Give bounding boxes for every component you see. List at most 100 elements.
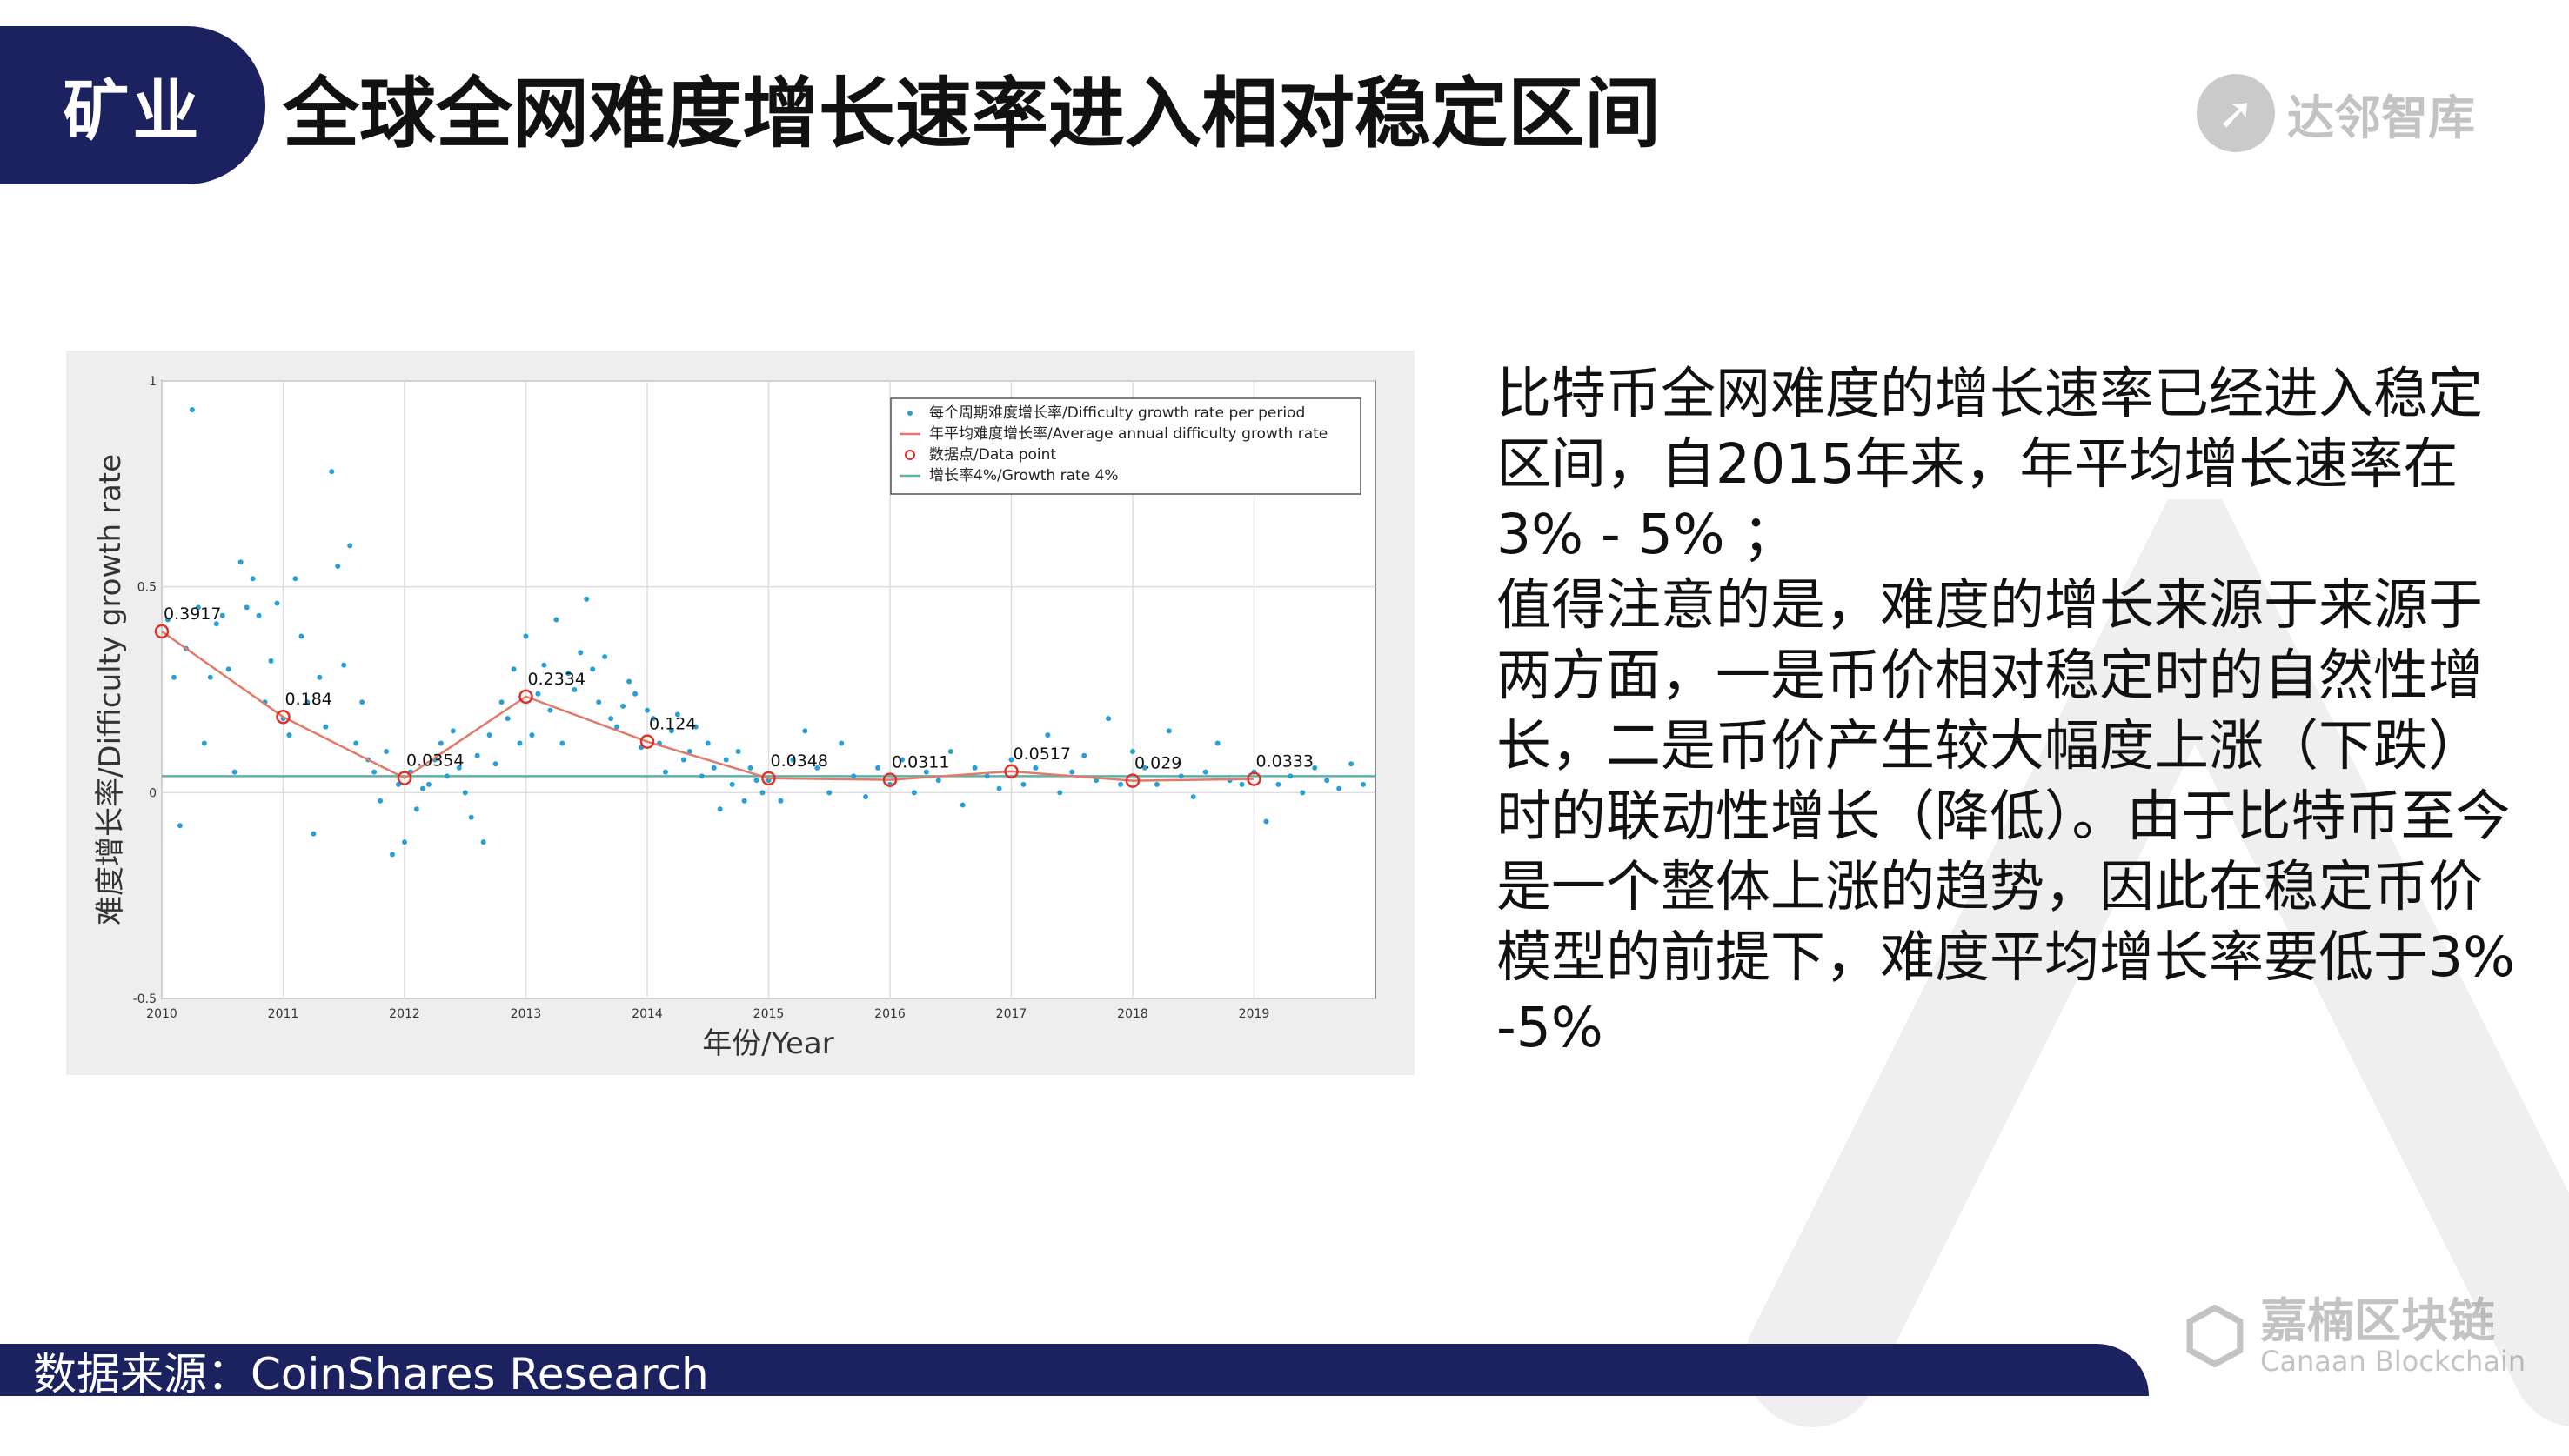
period-point [450, 728, 456, 734]
period-point [735, 749, 741, 754]
annual-value-label: 0.124 [649, 715, 696, 734]
period-point [778, 798, 784, 804]
legend-entry: 每个周期难度增长率/Difficulty growth rate per per… [929, 404, 1305, 422]
period-point [717, 806, 723, 812]
period-point [602, 654, 608, 660]
period-point [511, 666, 517, 672]
period-point [699, 773, 705, 779]
x-tick-label: 2019 [1239, 1007, 1270, 1021]
period-point [547, 707, 553, 713]
chart-legend: 每个周期难度增长率/Difficulty growth rate per per… [890, 397, 1361, 495]
legend-entry: 年平均难度增长率/Average annual difficulty growt… [929, 425, 1328, 443]
period-point [529, 732, 535, 738]
period-point [1057, 790, 1063, 796]
period-point [1118, 781, 1124, 787]
period-point [498, 699, 505, 705]
period-point [207, 674, 213, 680]
period-point [371, 769, 378, 775]
x-tick-label: 2018 [1117, 1007, 1148, 1021]
period-point [384, 749, 390, 754]
period-point [486, 732, 492, 738]
period-point [298, 633, 304, 639]
period-point [826, 790, 833, 796]
period-point [1178, 773, 1184, 779]
period-point [802, 728, 808, 734]
x-tick-label: 2014 [632, 1007, 663, 1021]
period-point [729, 781, 735, 787]
period-point [378, 798, 384, 804]
period-point [402, 839, 407, 845]
brand-logo-text: 达邻智库 [2287, 90, 2475, 145]
period-point [1263, 818, 1269, 825]
period-point [419, 785, 425, 791]
period-point [201, 740, 207, 746]
section-tag: 矿业 [0, 26, 265, 184]
period-point [839, 740, 845, 746]
period-point [468, 814, 474, 820]
legend-entry: 数据点/Data point [929, 446, 1056, 464]
period-point [1202, 769, 1208, 775]
y-tick-label: 0 [149, 786, 157, 800]
x-axis-label: 年份/Year [702, 1026, 833, 1061]
period-point [329, 469, 335, 475]
period-point [1361, 781, 1367, 787]
annual-value-label: 0.0311 [892, 753, 949, 772]
period-point [317, 674, 323, 680]
period-point [584, 596, 590, 602]
period-point [1106, 716, 1112, 722]
period-point [1166, 728, 1172, 734]
difficulty-growth-chart: 0.3917 0.184 0.0354 0.2334 0.124 0.0348 0.0311… [66, 351, 1415, 1075]
brand-en: Canaan Blockchain [2260, 1345, 2526, 1378]
period-point [335, 564, 341, 569]
period-point [984, 773, 990, 779]
annual-value-label: 0.3917 [164, 604, 221, 624]
period-point [1190, 794, 1196, 800]
period-point [231, 769, 237, 775]
y-tick-label: -0.5 [133, 992, 157, 1006]
description-text: 比特币全网难度的增长速率已经进入稳定区间，自2015年来，年平均增长速率在3% … [1496, 358, 2523, 1063]
hexagon-icon [2186, 1305, 2244, 1367]
legend-entry: 增长率4%/Growth rate 4% [929, 467, 1119, 484]
period-point [608, 716, 614, 722]
period-point [1336, 785, 1342, 791]
period-point [1154, 781, 1160, 787]
period-point [413, 806, 419, 812]
legend-marker-dot [907, 411, 913, 416]
period-point [438, 740, 444, 746]
period-point [935, 778, 941, 784]
period-point [1214, 740, 1221, 746]
period-point [645, 707, 650, 713]
chart-panel: 0.3917 0.184 0.0354 0.2334 0.124 0.0348 0.0311… [66, 351, 1415, 1075]
period-point [353, 740, 359, 746]
period-point [711, 765, 717, 771]
period-point [250, 576, 256, 582]
x-tick-label: 2012 [389, 1007, 420, 1021]
period-point [680, 757, 686, 763]
annual-value-label: 0.0333 [1256, 752, 1314, 771]
y-axis-label: 难度增长率/Difficulty growth rate [93, 454, 128, 925]
period-point [1033, 765, 1039, 771]
period-point [541, 662, 547, 668]
canaan-logo: 嘉楠区块链 Canaan Blockchain [2184, 1296, 2526, 1376]
x-tick-label: 2011 [268, 1007, 299, 1021]
x-tick-label: 2015 [753, 1007, 785, 1021]
period-point [1275, 781, 1281, 787]
period-point [705, 740, 711, 746]
period-point [863, 794, 869, 800]
period-point [225, 666, 231, 672]
period-point [323, 724, 329, 730]
data-source: 数据来源：CoinShares Research [33, 1349, 709, 1399]
period-point [1239, 781, 1245, 787]
period-point [523, 633, 529, 639]
period-point [1045, 732, 1051, 738]
period-point [1300, 790, 1306, 796]
annual-value-label: 0.2334 [528, 670, 585, 689]
paragraph-2: 值得注意的是，难度的增长来源于来源于两方面，一是币价相对稳定时的自然性增长，二是… [1496, 573, 2515, 1059]
period-point [875, 765, 881, 771]
period-point [171, 674, 177, 680]
period-point [911, 790, 917, 796]
y-tick-label: 0.5 [137, 581, 157, 595]
period-point [559, 740, 565, 746]
period-point [480, 839, 486, 845]
annual-value-label: 0.0517 [1014, 745, 1071, 764]
